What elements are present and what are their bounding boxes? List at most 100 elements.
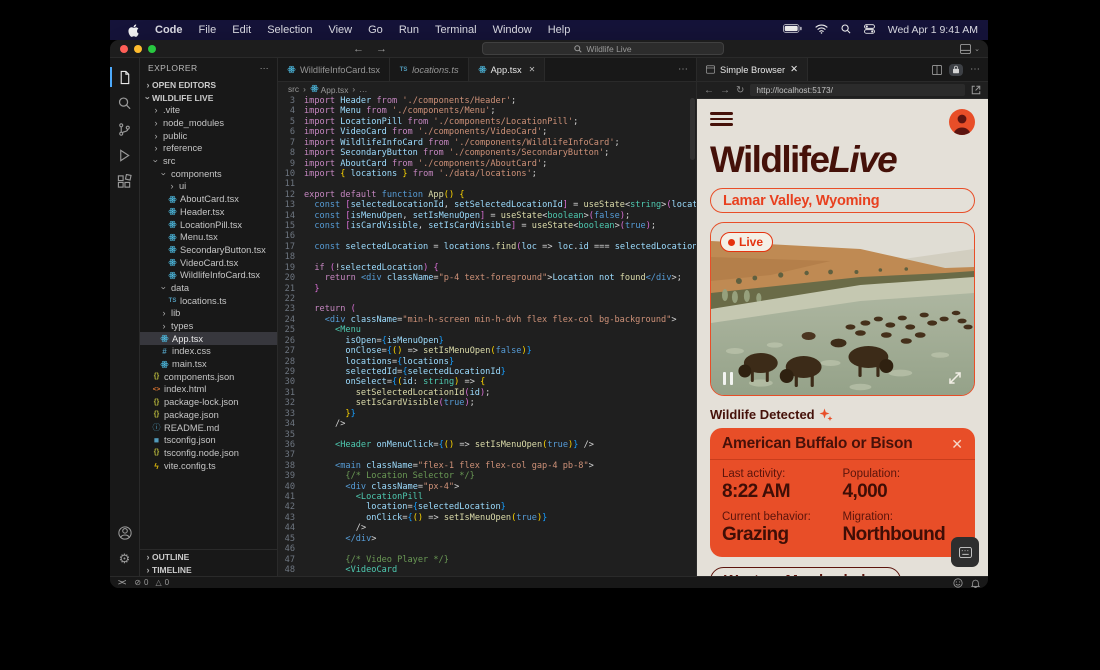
tree-folder-ui[interactable]: ›ui bbox=[140, 180, 277, 193]
close-tab-icon[interactable]: ✕ bbox=[790, 64, 798, 75]
code-line[interactable]: 34 /> bbox=[278, 419, 696, 429]
menu-bar-clock[interactable]: Wed Apr 1 9:41 AM bbox=[888, 24, 978, 36]
feedback-smiley-icon[interactable] bbox=[953, 578, 963, 588]
menu-item-go[interactable]: Go bbox=[360, 24, 391, 36]
tree-file-README.md[interactable]: ⓘREADME.md bbox=[140, 421, 277, 434]
code-line[interactable]: 43 onClick={() => setIsMenuOpen(true)} bbox=[278, 513, 696, 523]
tree-file-Header.tsx[interactable]: Header.tsx bbox=[140, 206, 277, 219]
tree-folder-.vite[interactable]: ›.vite bbox=[140, 104, 277, 117]
code-line[interactable]: 6import VideoCard from './components/Vid… bbox=[278, 127, 696, 137]
activity-source-control[interactable] bbox=[110, 116, 140, 142]
tree-file-Menu.tsx[interactable]: Menu.tsx bbox=[140, 231, 277, 244]
notifications-bell-icon[interactable] bbox=[971, 578, 980, 588]
activity-extensions[interactable] bbox=[110, 168, 140, 194]
code-line[interactable]: 45 </div> bbox=[278, 534, 696, 544]
code-line[interactable]: 33 }} bbox=[278, 409, 696, 419]
tab-simple-browser[interactable]: Simple Browser ✕ bbox=[697, 58, 808, 81]
tree-file-components.json[interactable]: {}components.json bbox=[140, 370, 277, 383]
location-pill[interactable]: Lamar Valley, Wyoming bbox=[710, 188, 975, 213]
avatar[interactable] bbox=[949, 109, 975, 135]
spotlight-search-icon[interactable] bbox=[841, 24, 851, 37]
code-line[interactable]: 28 locations={locations} bbox=[278, 357, 696, 367]
code-editor[interactable]: 3import Header from './components/Header… bbox=[278, 96, 696, 576]
battery-icon[interactable] bbox=[783, 24, 802, 36]
split-editor-icon[interactable] bbox=[932, 65, 942, 75]
minimize-button[interactable] bbox=[134, 45, 142, 53]
tree-file-locations.ts[interactable]: TSlocations.ts bbox=[140, 294, 277, 307]
project-root-section[interactable]: › WILDLIFE LIVE bbox=[140, 91, 277, 104]
menu-item-terminal[interactable]: Terminal bbox=[427, 24, 485, 36]
tree-file-LocationPill.tsx[interactable]: LocationPill.tsx bbox=[140, 218, 277, 231]
code-line[interactable]: 29 selectedId={selectedLocationId} bbox=[278, 367, 696, 377]
menu-item-file[interactable]: File bbox=[191, 24, 225, 36]
tree-folder-node_modules[interactable]: ›node_modules bbox=[140, 117, 277, 130]
code-line[interactable]: 5import LocationPill from './components/… bbox=[278, 117, 696, 127]
zoom-button[interactable] bbox=[148, 45, 156, 53]
code-line[interactable]: 18 bbox=[278, 252, 696, 262]
activity-account[interactable] bbox=[110, 520, 140, 546]
floating-widget-button[interactable] bbox=[951, 537, 979, 567]
editor-tab-App.tsx[interactable]: App.tsx✕ bbox=[469, 58, 546, 81]
more-actions-icon[interactable]: ⋯ bbox=[260, 63, 269, 74]
code-line[interactable]: 21 } bbox=[278, 284, 696, 294]
code-line[interactable]: 23 return ( bbox=[278, 304, 696, 314]
code-line[interactable]: 37 bbox=[278, 450, 696, 460]
open-external-icon[interactable] bbox=[971, 85, 981, 95]
code-line[interactable]: 27 onClose={() => setIsMenuOpen(false)} bbox=[278, 346, 696, 356]
code-line[interactable]: 12export default function App() { bbox=[278, 190, 696, 200]
wifi-icon[interactable] bbox=[815, 24, 828, 37]
preview-lock-badge[interactable] bbox=[949, 64, 963, 76]
editor-tab-locations.ts[interactable]: TSlocations.ts bbox=[390, 58, 469, 81]
tree-file-index.html[interactable]: <>index.html bbox=[140, 383, 277, 396]
tree-folder-public[interactable]: ›public bbox=[140, 129, 277, 142]
activity-search[interactable] bbox=[110, 90, 140, 116]
tree-file-VideoCard.tsx[interactable]: VideoCard.tsx bbox=[140, 256, 277, 269]
tree-folder-types[interactable]: ›types bbox=[140, 320, 277, 333]
timeline-section[interactable]: › TIMELINE bbox=[140, 563, 277, 576]
tree-file-main.tsx[interactable]: main.tsx bbox=[140, 358, 277, 371]
tree-folder-components[interactable]: ›components bbox=[140, 167, 277, 180]
code-line[interactable]: 13 const [selectedLocationId, setSelecte… bbox=[278, 200, 696, 210]
code-line[interactable]: 25 <Menu bbox=[278, 325, 696, 335]
code-line[interactable]: 24 <div className="min-h-screen min-h-dv… bbox=[278, 315, 696, 325]
code-line[interactable]: 44 /> bbox=[278, 523, 696, 533]
code-line[interactable]: 4import Menu from './components/Menu'; bbox=[278, 106, 696, 116]
code-line[interactable]: 11 bbox=[278, 179, 696, 189]
tree-file-WildlifeInfoCard.tsx[interactable]: WildlifeInfoCard.tsx bbox=[140, 269, 277, 282]
secondary-species-button[interactable]: Western Meadowlark + bbox=[710, 567, 901, 576]
breadcrumb-item-src[interactable]: src bbox=[288, 84, 299, 94]
code-line[interactable]: 3import Header from './components/Header… bbox=[278, 96, 696, 106]
more-actions-icon[interactable]: ⋯ bbox=[970, 64, 980, 75]
tree-folder-reference[interactable]: ›reference bbox=[140, 142, 277, 155]
outline-section[interactable]: › OUTLINE bbox=[140, 550, 277, 563]
control-center-icon[interactable] bbox=[864, 24, 875, 37]
tree-folder-src[interactable]: ›src bbox=[140, 155, 277, 168]
menu-item-code[interactable]: Code bbox=[147, 24, 191, 36]
tree-file-App.tsx[interactable]: App.tsx bbox=[140, 332, 277, 345]
code-line[interactable]: 14 const [isMenuOpen, setIsMenuOpen] = u… bbox=[278, 211, 696, 221]
editor-tab-WildlifeInfoCard.tsx[interactable]: WildlifeInfoCard.tsx bbox=[278, 58, 390, 81]
code-line[interactable]: 15 const [isCardVisible, setIsCardVisibl… bbox=[278, 221, 696, 231]
code-line[interactable]: 19 if (!selectedLocation) { bbox=[278, 263, 696, 273]
tree-folder-lib[interactable]: ›lib bbox=[140, 307, 277, 320]
code-line[interactable]: 8import SecondaryButton from './componen… bbox=[278, 148, 696, 158]
code-line[interactable]: 47 {/* Video Player */} bbox=[278, 555, 696, 565]
pause-button[interactable] bbox=[723, 372, 733, 385]
card-close-button[interactable]: ✕ bbox=[951, 437, 963, 451]
code-line[interactable]: 7import WildlifeInfoCard from './compone… bbox=[278, 138, 696, 148]
editor-scrollbar[interactable] bbox=[690, 98, 695, 160]
layout-controls[interactable]: ⌄ bbox=[960, 44, 980, 54]
command-center-search[interactable]: Wildlife Live bbox=[482, 42, 724, 55]
code-line[interactable]: 41 <LocationPill bbox=[278, 492, 696, 502]
breadcrumb-item-…[interactable]: … bbox=[359, 84, 367, 94]
browser-forward-button[interactable]: → bbox=[720, 85, 730, 96]
code-line[interactable]: 35 bbox=[278, 430, 696, 440]
code-line[interactable]: 22 bbox=[278, 294, 696, 304]
menu-item-view[interactable]: View bbox=[320, 24, 360, 36]
menu-item-run[interactable]: Run bbox=[391, 24, 427, 36]
menu-item-help[interactable]: Help bbox=[540, 24, 579, 36]
activity-explorer[interactable] bbox=[110, 64, 140, 90]
browser-reload-button[interactable]: ↻ bbox=[736, 85, 744, 96]
code-line[interactable]: 10import { locations } from './data/loca… bbox=[278, 169, 696, 179]
history-back-button[interactable]: ← bbox=[353, 43, 364, 55]
